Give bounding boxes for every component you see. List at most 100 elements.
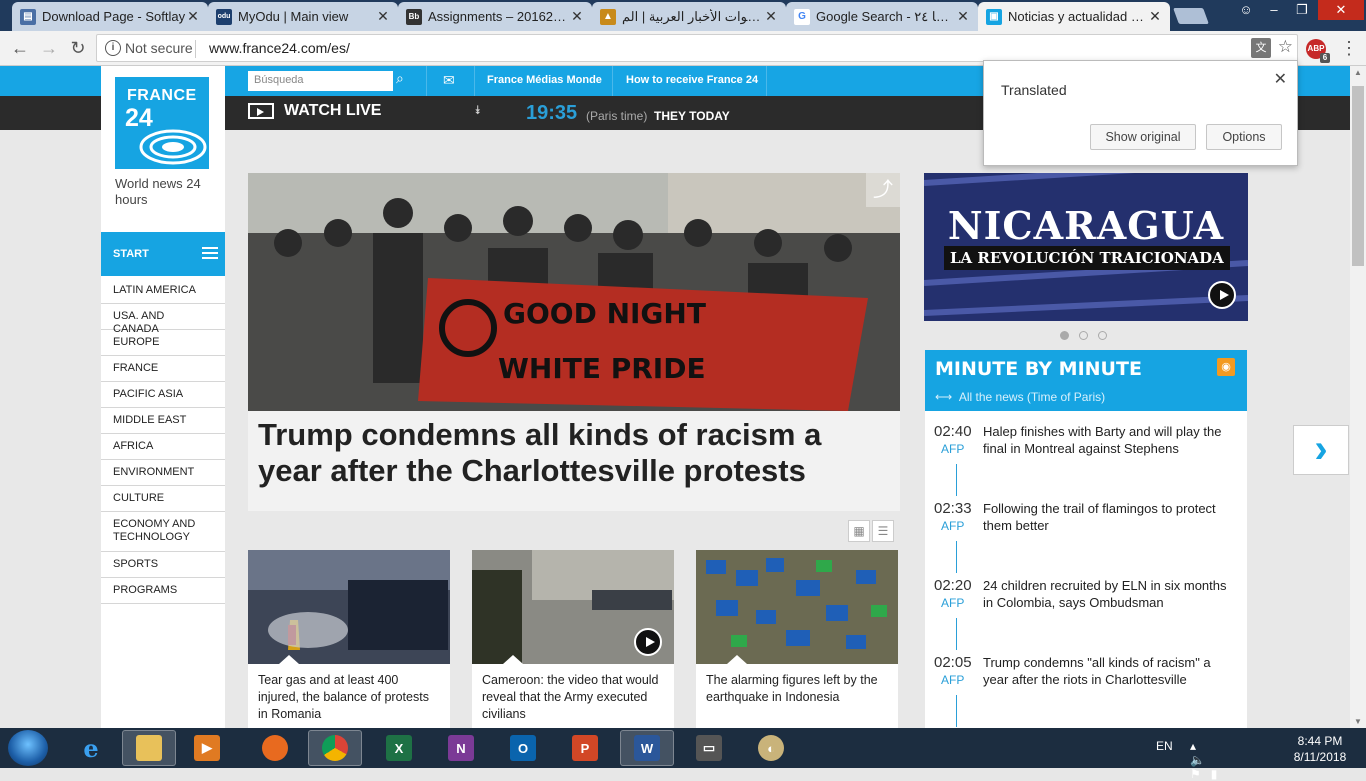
feed-text[interactable]: Following the trail of flamingos to prot… (983, 500, 1239, 534)
taskbar-paint[interactable]: ◐ (744, 730, 798, 766)
list-view-icon[interactable]: ☰ (872, 520, 894, 542)
feed-text[interactable]: 24 children recruited by ELN in six mont… (983, 577, 1239, 611)
nav-item-middle-east[interactable]: MIDDLE EAST (101, 408, 225, 434)
mail-icon[interactable]: ✉ (443, 72, 455, 89)
carousel-dot[interactable] (1079, 331, 1088, 340)
play-icon[interactable] (634, 628, 662, 656)
nav-item-environment[interactable]: ENVIRONMENT (101, 460, 225, 486)
bookmark-star-icon[interactable]: ☆ (1278, 37, 1293, 57)
browser-tab[interactable]: ▲ أفضل قنوات الأخبار العربية | الم ✕ (592, 2, 786, 31)
reload-icon[interactable]: ↻ (66, 37, 90, 59)
taskbar-onenote[interactable]: N (434, 730, 488, 766)
nav-item-usa-canada[interactable]: USA. AND CANADA (101, 304, 225, 335)
grid-view-icon[interactable]: ▦ (848, 520, 870, 542)
language-indicator[interactable]: EN (1156, 739, 1173, 753)
adblock-extension-icon[interactable]: ABP 6 (1306, 39, 1330, 63)
browser-tab[interactable]: odu MyOdu | Main view ✕ (208, 2, 398, 31)
browser-tab-active[interactable]: ▣ Noticias y actualidad - Int ✕ (978, 2, 1170, 31)
taskbar-ie[interactable]: e (64, 730, 118, 766)
hero-caption[interactable]: Trump condemns all kinds of racism a yea… (248, 411, 900, 511)
taskbar-word[interactable]: W (620, 730, 674, 766)
tab-close-icon[interactable]: ✕ (570, 8, 584, 25)
minute-title[interactable]: MINUTE BY MINUTE (935, 358, 1142, 380)
taskbar-media[interactable]: ▶ (180, 730, 234, 766)
tab-close-icon[interactable]: ✕ (376, 8, 390, 25)
feed-item[interactable]: 02:20 AFP 24 children recruited by ELN i… (925, 565, 1247, 650)
tab-close-icon[interactable]: ✕ (186, 8, 200, 25)
feed-text[interactable]: Halep finishes with Barty and will play … (983, 423, 1239, 457)
close-icon[interactable]: ✕ (1274, 69, 1287, 89)
rss-icon[interactable]: ◉ (1217, 358, 1235, 376)
windows-start-icon[interactable] (8, 730, 48, 766)
feed-item[interactable]: 02:33 AFP Following the trail of flaming… (925, 488, 1247, 573)
search-input[interactable]: Búsqueda (248, 71, 393, 91)
address-bar[interactable]: i Not secure www.france24.com/es/ 文 ☆ (96, 34, 1298, 62)
hero-image[interactable]: GOOD NIGHT WHITE PRIDE ⤴ (248, 173, 900, 411)
card-caption[interactable]: The alarming figures left by the earthqu… (696, 664, 898, 714)
clock-tag[interactable]: THEY TODAY (654, 109, 730, 123)
france24-logo[interactable]: FRANCE 24 (115, 77, 209, 169)
maximize-icon[interactable]: ❐ (1288, 0, 1316, 20)
link-france-medias-monde[interactable]: France Médias Monde (487, 74, 602, 86)
news-card[interactable]: Cameroon: the video that would reveal th… (472, 550, 674, 728)
scrollbar-thumb[interactable] (1352, 86, 1364, 266)
carousel-dot[interactable] (1098, 331, 1107, 340)
taskbar-powerpoint[interactable]: P (558, 730, 612, 766)
nav-item-sports[interactable]: SPORTS (101, 552, 225, 578)
start-menu-button[interactable]: START (101, 232, 225, 276)
new-tab-button[interactable] (1173, 8, 1209, 24)
close-window-icon[interactable]: ✕ (1318, 0, 1364, 20)
next-arrow-icon[interactable]: › (1293, 425, 1349, 475)
nav-item-africa[interactable]: AFRICA (101, 434, 225, 460)
chevron-down-icon[interactable]: ⯯ (474, 103, 481, 118)
taskbar-excel[interactable]: X (372, 730, 426, 766)
link-how-to-receive[interactable]: How to receive France 24 (626, 74, 758, 86)
page-scrollbar[interactable]: ▲ ▼ (1350, 66, 1366, 728)
nav-item-latin-america[interactable]: LATIN AMERICA (101, 278, 225, 304)
show-original-button[interactable]: Show original (1090, 124, 1196, 150)
browser-tab[interactable]: G Google Search - فرنسا ٢٤ ✕ (786, 2, 978, 31)
hero-headline[interactable]: Trump condemns all kinds of racism a yea… (258, 417, 890, 489)
translate-icon[interactable]: 文 (1251, 38, 1271, 58)
feed-text[interactable]: Trump condemns "all kinds of racism" a y… (983, 654, 1239, 688)
tray-icons[interactable]: ▴🔈⚑▮ (1190, 739, 1227, 781)
promo-banner[interactable]: NICARAGUA LA REVOLUCIÓN TRAICIONADA (924, 173, 1248, 321)
nav-item-economy[interactable]: ECONOMY AND TECHNOLOGY (101, 512, 225, 552)
clock[interactable]: 8:44 PM 8/11/2018 (1290, 733, 1350, 765)
nav-item-programs[interactable]: PROGRAMS (101, 578, 225, 604)
feed-item[interactable]: 02:40 AFP Halep finishes with Barty and … (925, 411, 1247, 496)
taskbar-usb[interactable]: ▭ (682, 730, 736, 766)
nav-item-pacific-asia[interactable]: PACIFIC ASIA (101, 382, 225, 408)
nav-item-culture[interactable]: CULTURE (101, 486, 225, 512)
back-arrow-icon[interactable]: ← (8, 37, 32, 59)
share-icon[interactable]: ⤴ (866, 173, 900, 207)
tab-close-icon[interactable]: ✕ (764, 8, 778, 25)
tab-close-icon[interactable]: ✕ (956, 8, 970, 25)
taskbar-chrome[interactable] (308, 730, 362, 766)
news-card[interactable]: Tear gas and at least 400 injured, the b… (248, 550, 450, 728)
feed-item[interactable]: 02:05 AFP Trump condemns "all kinds of r… (925, 642, 1247, 727)
scroll-up-icon[interactable]: ▲ (1354, 68, 1362, 77)
browser-tab[interactable]: ▤ Download Page - Softlay ✕ (12, 2, 208, 31)
carousel-dot[interactable] (1060, 331, 1069, 340)
play-icon[interactable] (1208, 281, 1236, 309)
user-icon[interactable]: ☺ (1232, 0, 1260, 20)
card-caption[interactable]: Tear gas and at least 400 injured, the b… (248, 664, 450, 728)
card-caption[interactable]: Cameroon: the video that would reveal th… (472, 664, 674, 728)
url-text[interactable]: www.france24.com/es/ (209, 40, 350, 56)
watch-live-button[interactable]: WATCH LIVE (248, 102, 381, 120)
forward-arrow-icon[interactable]: → (37, 37, 61, 59)
options-button[interactable]: Options (1206, 124, 1282, 150)
taskbar-firefox[interactable] (248, 730, 302, 766)
tab-close-icon[interactable]: ✕ (1148, 8, 1162, 25)
menu-dots-icon[interactable]: ⋮ (1340, 37, 1358, 59)
taskbar-explorer[interactable] (122, 730, 176, 766)
scroll-down-icon[interactable]: ▼ (1354, 717, 1362, 726)
nav-item-france[interactable]: FRANCE (101, 356, 225, 382)
news-card[interactable]: The alarming figures left by the earthqu… (696, 550, 898, 728)
info-icon[interactable]: i (105, 40, 121, 56)
search-icon[interactable]: ⌕ (396, 70, 404, 87)
browser-tab[interactable]: Bb Assignments – 201620_SI ✕ (398, 2, 592, 31)
taskbar-outlook[interactable]: O (496, 730, 550, 766)
minimize-icon[interactable]: – (1260, 0, 1288, 20)
